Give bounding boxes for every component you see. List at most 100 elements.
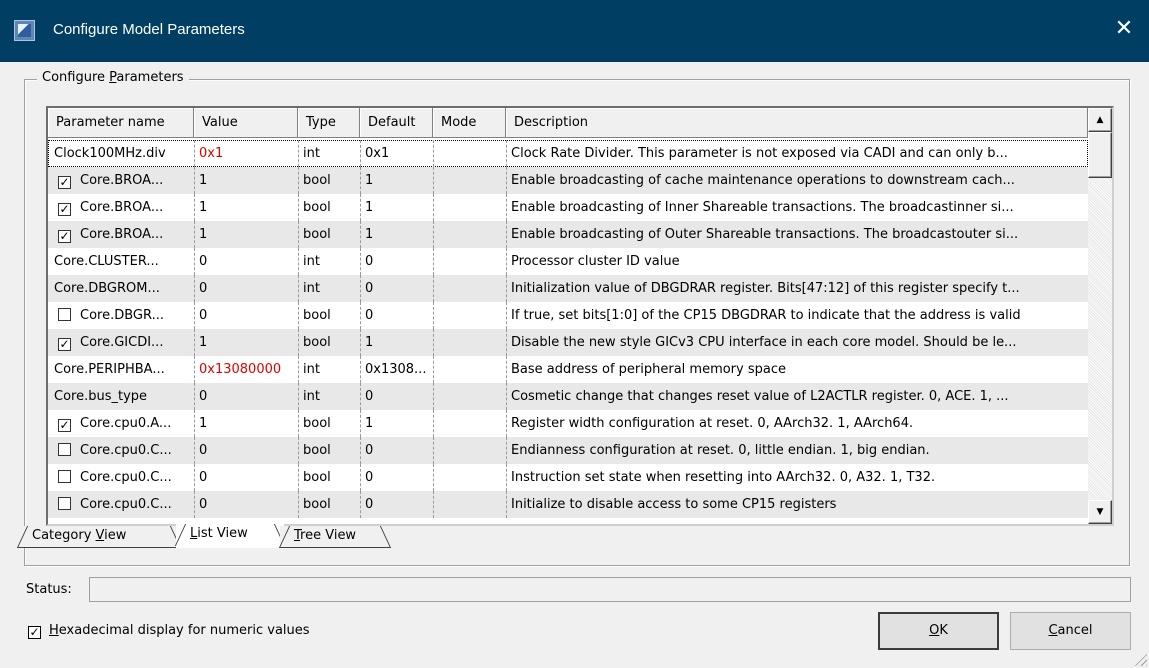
ok-button[interactable]: OK	[878, 612, 999, 650]
type-cell: int	[298, 275, 358, 302]
unchecked-checkbox-icon[interactable]	[58, 470, 71, 483]
param-name-text: Core.cpu0.C...	[80, 443, 172, 458]
column-header[interactable]: Description	[506, 108, 1088, 138]
param-name-text: Clock100MHz.div	[54, 146, 166, 161]
parameters-table[interactable]: Parameter name Value Type Default Mode Descri…	[46, 106, 1114, 526]
unchecked-checkbox-icon[interactable]	[58, 443, 71, 456]
default-cell: 1	[360, 329, 431, 356]
default-cell: 1	[360, 167, 431, 194]
unchecked-checkbox-icon[interactable]	[58, 308, 71, 321]
checked-checkbox-icon[interactable]: ✓	[58, 203, 71, 216]
table-row[interactable]: Core.cpu0.C... 0 bool 0 Instruction set stat…	[48, 464, 1088, 491]
tab-edge	[278, 526, 291, 548]
table-row[interactable]: Core.bus_type 0 int 0 Cosmetic change that c…	[48, 383, 1088, 410]
value-cell[interactable]: 0	[194, 302, 296, 329]
table-row[interactable]: ✓ Core.GICDI... 1 bool 1 Disable the new styl…	[48, 329, 1088, 356]
checked-checkbox-icon[interactable]: ✓	[58, 176, 71, 189]
param-name-cell: Core.cpu0.C...	[50, 464, 194, 491]
default-cell: 1	[360, 410, 431, 437]
checkbox-icon[interactable]: ✓	[28, 626, 41, 639]
description-cell: If true, set bits[1:0] of the CP15 DBGDR…	[506, 302, 1086, 329]
description-cell: Initialization value of DBGDRAR register…	[506, 275, 1086, 302]
table-row[interactable]: ✓ Core.BROA... 1 bool 1 Enable broadcasting o…	[48, 194, 1088, 221]
status-label: Status:	[26, 582, 72, 597]
value-cell[interactable]: 0	[194, 248, 296, 275]
groupbox-label: Configure Parameters	[37, 70, 189, 85]
scroll-up-icon[interactable]: ▲	[1088, 108, 1112, 132]
param-name-cell: Core.cpu0.C...	[50, 437, 194, 464]
mode-cell	[433, 410, 504, 437]
table-row[interactable]: ✓ Core.BROA... 1 bool 1 Enable broadcasting o…	[48, 221, 1088, 248]
tab-list-view[interactable]: List View	[174, 524, 286, 548]
checked-checkbox-icon[interactable]: ✓	[58, 230, 71, 243]
param-name-text: Core.cpu0.C...	[80, 470, 172, 485]
unchecked-checkbox-icon[interactable]	[58, 497, 71, 510]
table-row[interactable]: Core.cpu0.C... 0 bool 0 Endianness configura…	[48, 437, 1088, 464]
type-cell: bool	[298, 491, 358, 518]
type-cell: bool	[298, 194, 358, 221]
value-cell[interactable]: 0x13080000	[194, 356, 296, 383]
value-cell[interactable]: 0	[194, 464, 296, 491]
close-button[interactable]: ✕	[1109, 14, 1139, 44]
mode-cell	[433, 464, 504, 491]
description-cell: Enable broadcasting of cache maintenance…	[506, 167, 1086, 194]
cancel-button[interactable]: Cancel	[1010, 612, 1131, 650]
value-cell[interactable]: 0x1	[194, 140, 296, 167]
checked-checkbox-icon[interactable]: ✓	[58, 419, 71, 432]
app-icon	[14, 20, 35, 41]
vertical-scrollbar[interactable]: ▲ ▼	[1088, 108, 1112, 524]
resize-grip-icon[interactable]	[1133, 652, 1147, 666]
table-row[interactable]: ✓ Core.cpu0.A... 1 bool 1 Register width conf…	[48, 410, 1088, 437]
value-cell[interactable]: 1	[194, 167, 296, 194]
param-name-cell: ✓ Core.BROA...	[50, 167, 194, 194]
param-name-text: Core.DBGR...	[80, 308, 164, 323]
default-cell: 0	[360, 248, 431, 275]
column-header[interactable]: Type	[298, 108, 360, 138]
type-cell: bool	[298, 221, 358, 248]
scroll-down-icon[interactable]: ▼	[1088, 500, 1112, 524]
hex-display-checkbox[interactable]: ✓ Hexadecimal display for numeric values	[28, 623, 310, 639]
tab-edge	[174, 524, 187, 546]
default-cell: 0	[360, 275, 431, 302]
param-name-text: Core.BROA...	[80, 173, 164, 188]
table-row[interactable]: Core.DBGR... 0 bool 0 If true, set bits[1:0]…	[48, 302, 1088, 329]
default-cell: 0	[360, 464, 431, 491]
value-cell[interactable]: 1	[194, 410, 296, 437]
table-row[interactable]: Clock100MHz.div 0x1 int 0x1 Clock Rate Divid…	[48, 140, 1088, 167]
column-header[interactable]: Default	[360, 108, 433, 138]
view-tabs: Category View List View Tree View	[16, 524, 398, 550]
param-name-text: Core.DBGROM...	[54, 281, 160, 296]
param-name-text: Core.cpu0.A...	[80, 416, 172, 431]
mode-cell	[433, 248, 504, 275]
column-header[interactable]: Mode	[433, 108, 506, 138]
type-cell: int	[298, 383, 358, 410]
tab-category-view[interactable]: Category View	[16, 526, 182, 548]
type-cell: bool	[298, 167, 358, 194]
value-cell[interactable]: 0	[194, 491, 296, 518]
column-header[interactable]: Parameter name	[48, 108, 194, 138]
param-name-cell: Core.cpu0.C...	[50, 491, 194, 518]
table-row[interactable]: Core.cpu0.C... 0 bool 0 Initialize to disabl…	[48, 491, 1088, 518]
value-cell[interactable]: 0	[194, 275, 296, 302]
param-name-text: Core.BROA...	[80, 227, 164, 242]
checked-checkbox-icon[interactable]: ✓	[58, 338, 71, 351]
mode-cell	[433, 275, 504, 302]
table-row[interactable]: Core.CLUSTER... 0 int 0 Processor cluster ID…	[48, 248, 1088, 275]
table-row[interactable]: ✓ Core.BROA... 1 bool 1 Enable broadcasting o…	[48, 167, 1088, 194]
value-cell[interactable]: 1	[194, 194, 296, 221]
mode-cell	[433, 221, 504, 248]
type-cell: bool	[298, 437, 358, 464]
param-name-text: Core.bus_type	[54, 389, 148, 404]
value-cell[interactable]: 0	[194, 437, 296, 464]
param-name-cell: Core.CLUSTER...	[50, 248, 194, 275]
param-name-cell: ✓ Core.GICDI...	[50, 329, 194, 356]
table-row[interactable]: Core.DBGROM... 0 int 0 Initialization value …	[48, 275, 1088, 302]
value-cell[interactable]: 1	[194, 221, 296, 248]
scroll-thumb[interactable]	[1088, 132, 1112, 178]
value-cell[interactable]: 1	[194, 329, 296, 356]
tab-tree-view[interactable]: Tree View	[278, 526, 392, 548]
table-row[interactable]: Core.PERIPHBA... 0x13080000 int 0x1308... Ba…	[48, 356, 1088, 383]
column-header[interactable]: Value	[194, 108, 298, 138]
type-cell: bool	[298, 464, 358, 491]
value-cell[interactable]: 0	[194, 383, 296, 410]
